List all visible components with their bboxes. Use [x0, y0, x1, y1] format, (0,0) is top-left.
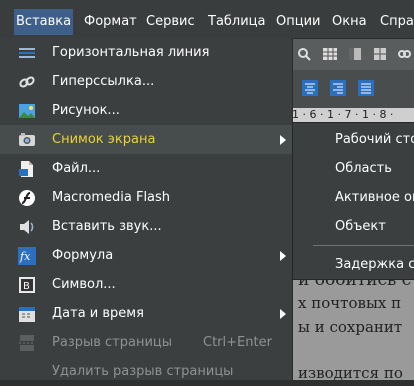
submenu-item-active-window[interactable]: Активное ок — [293, 183, 414, 212]
ruler: 1 · 6 · 1 · 7 · 1 · 8 · — [292, 108, 414, 122]
menu-options[interactable]: Опции — [276, 11, 320, 33]
menu-item-horizontal-line[interactable]: Горизонтальная линия — [0, 38, 292, 67]
hyperlink-icon — [19, 76, 35, 88]
submenu-item-label: Задержка сн — [335, 257, 414, 272]
menu-item-label: Снимок экрана — [52, 132, 156, 147]
menu-item-label: Горизонтальная линия — [52, 45, 210, 60]
menu-item-formula[interactable]: fx Формула — [0, 241, 292, 270]
document-line: изводится по — [298, 364, 403, 382]
horizontal-line-icon — [19, 48, 35, 58]
justify-icon[interactable] — [358, 80, 374, 96]
menu-item-remove-page-break[interactable]: Удалить разрыв страницы — [0, 357, 292, 386]
document-line: ы и сохранит — [298, 318, 403, 336]
menu-item-label: Рисунок... — [52, 103, 120, 118]
menu-item-label: Дата и время — [52, 306, 144, 321]
table-icon[interactable] — [322, 46, 338, 62]
menu-bar: Вставка Формат Сервис Таблица Опции Окна… — [0, 0, 414, 39]
menu-item-symbol[interactable]: B Символ... — [0, 270, 292, 299]
menu-item-picture[interactable]: Рисунок... — [0, 96, 292, 125]
link-icon[interactable] — [396, 46, 412, 62]
menu-item-screenshot[interactable]: Снимок экрана — [0, 125, 292, 154]
menu-item-flash[interactable]: Macromedia Flash — [0, 183, 292, 212]
menu-item-page-break[interactable]: Разрыв страницы Ctrl+Enter — [0, 328, 292, 357]
menu-item-label: Гиперссылка... — [52, 74, 155, 89]
shortcut-label: Ctrl+Enter — [203, 335, 272, 350]
menu-item-label: Символ... — [52, 277, 116, 292]
submenu-item-object[interactable]: Объект — [293, 212, 414, 241]
align-right-icon[interactable] — [330, 80, 346, 96]
submenu-item-label: Область — [335, 161, 392, 176]
menu-item-label: Файл... — [52, 161, 101, 176]
menu-tools[interactable]: Сервис — [146, 11, 195, 33]
submenu-separator — [313, 245, 414, 246]
symbol-icon: B — [19, 277, 35, 293]
formula-icon: fx — [18, 247, 36, 265]
sound-icon — [20, 220, 34, 234]
menu-format[interactable]: Формат — [84, 11, 137, 33]
submenu-arrow-icon — [280, 251, 286, 261]
column-icon[interactable] — [347, 46, 363, 62]
menu-item-hyperlink[interactable]: Гиперссылка... — [0, 67, 292, 96]
menu-item-label: Разрыв страницы — [52, 335, 173, 350]
submenu-arrow-icon — [280, 135, 286, 145]
menu-help[interactable]: Справ — [380, 11, 414, 33]
svg-text:B: B — [23, 281, 30, 292]
submenu-item-desktop[interactable]: Рабочий сто — [293, 125, 414, 154]
screenshot-icon — [19, 133, 35, 146]
submenu-item-region[interactable]: Область — [293, 154, 414, 183]
insert-table-icon[interactable] — [372, 46, 388, 62]
toolbar-strip — [292, 38, 414, 70]
submenu-item-label: Рабочий сто — [335, 132, 414, 147]
menu-insert[interactable]: Вставка — [14, 9, 74, 35]
menu-item-label: Удалить разрыв страницы — [52, 364, 234, 379]
svg-text:fx: fx — [19, 250, 31, 263]
menu-item-file[interactable]: Файл... — [0, 154, 292, 183]
picture-icon — [19, 104, 35, 118]
menu-item-date-time[interactable]: Дата и время — [0, 299, 292, 328]
insert-menu: Горизонтальная линия Гиперссылка... Рису… — [0, 38, 293, 380]
submenu-item-label: Объект — [335, 219, 386, 234]
page-break-icon — [19, 335, 35, 351]
formatting-toolbar — [292, 70, 414, 110]
flash-icon — [19, 190, 35, 206]
menu-item-label: Формула — [52, 248, 114, 263]
date-time-icon — [19, 307, 35, 322]
file-icon — [19, 161, 33, 177]
menu-item-label: Macromedia Flash — [52, 190, 171, 205]
menu-windows[interactable]: Окна — [332, 11, 367, 33]
screenshot-submenu: Рабочий сто Область Активное ок Объект З… — [292, 122, 414, 280]
menu-item-insert-sound[interactable]: Вставить звук... — [0, 212, 292, 241]
submenu-item-delay[interactable]: Задержка сн — [293, 250, 414, 279]
menu-item-label: Вставить звук... — [52, 219, 162, 234]
submenu-arrow-icon — [280, 309, 286, 319]
align-center-icon[interactable] — [302, 80, 318, 96]
menu-table[interactable]: Таблица — [208, 11, 266, 33]
find-icon[interactable] — [296, 46, 312, 62]
document-line: х почтовых п — [298, 294, 402, 312]
submenu-item-label: Активное ок — [335, 190, 414, 205]
